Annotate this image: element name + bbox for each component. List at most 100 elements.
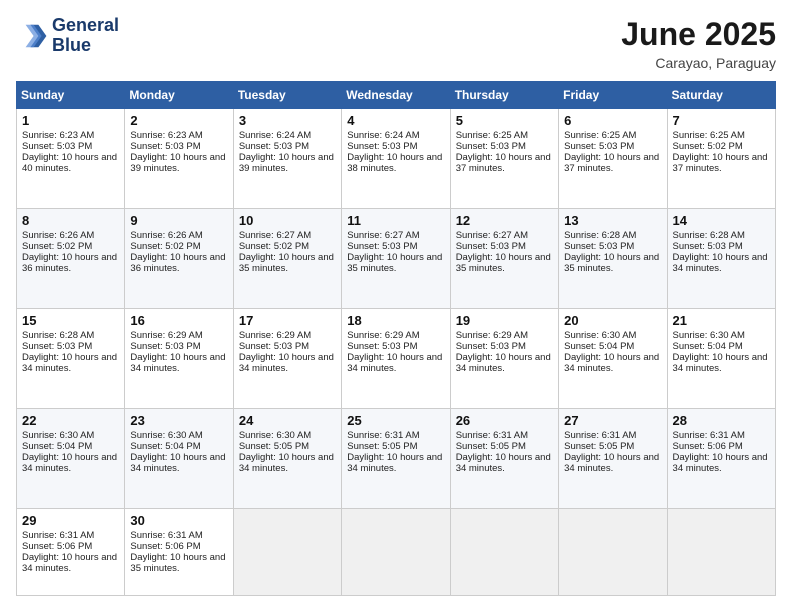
col-saturday: Saturday (667, 82, 775, 109)
sunrise-text: Sunrise: 6:25 AM (456, 130, 528, 141)
sunset-text: Sunset: 5:03 PM (239, 341, 309, 352)
sunrise-text: Sunrise: 6:27 AM (239, 230, 311, 241)
day-number: 19 (456, 313, 553, 328)
col-tuesday: Tuesday (233, 82, 341, 109)
sunset-text: Sunset: 5:02 PM (22, 241, 92, 252)
day-number: 26 (456, 413, 553, 428)
sunrise-text: Sunrise: 6:31 AM (347, 430, 419, 441)
daylight-text: Daylight: 10 hours and 34 minutes. (673, 352, 768, 374)
col-thursday: Thursday (450, 82, 558, 109)
calendar-cell: 21 Sunrise: 6:30 AMSunset: 5:04 PMDayligh… (667, 308, 775, 408)
calendar-cell: 20Sunrise: 6:30 AMSunset: 5:04 PMDayligh… (559, 308, 667, 408)
days-header-row: Sunday Monday Tuesday Wednesday Thursday… (17, 82, 776, 109)
sunset-text: Sunset: 5:03 PM (347, 241, 417, 252)
day-number: 8 (22, 213, 119, 228)
sunrise-text: Sunrise: 6:29 AM (456, 330, 528, 341)
day-number: 14 (673, 213, 770, 228)
daylight-text: Daylight: 10 hours and 35 minutes. (130, 552, 225, 574)
calendar-cell: 12Sunrise: 6:27 AMSunset: 5:03 PMDayligh… (450, 208, 558, 308)
sunset-text: Sunset: 5:06 PM (22, 541, 92, 552)
sunrise-text: Sunrise: 6:29 AM (239, 330, 311, 341)
daylight-text: Daylight: 10 hours and 37 minutes. (564, 152, 659, 174)
daylight-text: Daylight: 10 hours and 39 minutes. (130, 152, 225, 174)
sunrise-text: Sunrise: 6:26 AM (130, 230, 202, 241)
sunrise-text: Sunrise: 6:30 AM (564, 330, 636, 341)
day-number: 4 (347, 113, 444, 128)
daylight-text: Daylight: 10 hours and 34 minutes. (347, 452, 442, 474)
month-title: June 2025 (621, 16, 776, 53)
logo-line2: Blue (52, 36, 119, 56)
sunset-text: Sunset: 5:02 PM (130, 241, 200, 252)
header: General Blue June 2025 Carayao, Paraguay (16, 16, 776, 71)
daylight-text: Daylight: 10 hours and 34 minutes. (22, 352, 117, 374)
daylight-text: Daylight: 10 hours and 37 minutes. (456, 152, 551, 174)
sunrise-text: Sunrise: 6:30 AM (22, 430, 94, 441)
daylight-text: Daylight: 10 hours and 34 minutes. (130, 452, 225, 474)
daylight-text: Daylight: 10 hours and 34 minutes. (673, 452, 768, 474)
sunrise-text: Sunrise: 6:24 AM (347, 130, 419, 141)
sunset-text: Sunset: 5:05 PM (239, 441, 309, 452)
calendar-cell: 9Sunrise: 6:26 AMSunset: 5:02 PMDaylight… (125, 208, 233, 308)
sunset-text: Sunset: 5:05 PM (347, 441, 417, 452)
day-number: 25 (347, 413, 444, 428)
sunset-text: Sunset: 5:03 PM (22, 141, 92, 152)
sunrise-text: Sunrise: 6:31 AM (130, 530, 202, 541)
sunset-text: Sunset: 5:05 PM (456, 441, 526, 452)
calendar-cell: 29Sunrise: 6:31 AMSunset: 5:06 PMDayligh… (17, 508, 125, 595)
daylight-text: Daylight: 10 hours and 34 minutes. (456, 352, 551, 374)
calendar-cell: 8Sunrise: 6:26 AMSunset: 5:02 PMDaylight… (17, 208, 125, 308)
daylight-text: Daylight: 10 hours and 34 minutes. (22, 452, 117, 474)
calendar-cell: 11Sunrise: 6:27 AMSunset: 5:03 PMDayligh… (342, 208, 450, 308)
day-number: 27 (564, 413, 661, 428)
calendar-body: 1Sunrise: 6:23 AMSunset: 5:03 PMDaylight… (17, 109, 776, 596)
sunset-text: Sunset: 5:04 PM (673, 341, 743, 352)
sunset-text: Sunset: 5:02 PM (239, 241, 309, 252)
title-area: June 2025 Carayao, Paraguay (621, 16, 776, 71)
calendar-cell: 5Sunrise: 6:25 AMSunset: 5:03 PMDaylight… (450, 109, 558, 209)
sunrise-text: Sunrise: 6:27 AM (456, 230, 528, 241)
sunrise-text: Sunrise: 6:23 AM (130, 130, 202, 141)
sunrise-text: Sunrise: 6:25 AM (673, 130, 745, 141)
calendar-cell: 14Sunrise: 6:28 AMSunset: 5:03 PMDayligh… (667, 208, 775, 308)
daylight-text: Daylight: 10 hours and 34 minutes. (564, 352, 659, 374)
daylight-text: Daylight: 10 hours and 34 minutes. (130, 352, 225, 374)
sunset-text: Sunset: 5:03 PM (673, 241, 743, 252)
sunset-text: Sunset: 5:06 PM (673, 441, 743, 452)
day-number: 9 (130, 213, 227, 228)
page: General Blue June 2025 Carayao, Paraguay… (0, 0, 792, 612)
sunset-text: Sunset: 5:03 PM (22, 341, 92, 352)
sunrise-text: Sunrise: 6:30 AM (239, 430, 311, 441)
calendar-cell: 22 Sunrise: 6:30 AMSunset: 5:04 PMDayligh… (17, 408, 125, 508)
sunrise-text: Sunrise: 6:28 AM (673, 230, 745, 241)
sunset-text: Sunset: 5:03 PM (239, 141, 309, 152)
sunset-text: Sunset: 5:03 PM (347, 341, 417, 352)
daylight-text: Daylight: 10 hours and 34 minutes. (239, 352, 334, 374)
calendar-cell: 3Sunrise: 6:24 AMSunset: 5:03 PMDaylight… (233, 109, 341, 209)
sunset-text: Sunset: 5:04 PM (22, 441, 92, 452)
sunrise-text: Sunrise: 6:29 AM (347, 330, 419, 341)
calendar-cell (559, 508, 667, 595)
sunset-text: Sunset: 5:03 PM (456, 341, 526, 352)
sunrise-text: Sunrise: 6:30 AM (673, 330, 745, 341)
daylight-text: Daylight: 10 hours and 39 minutes. (239, 152, 334, 174)
sunrise-text: Sunrise: 6:31 AM (564, 430, 636, 441)
sunrise-text: Sunrise: 6:23 AM (22, 130, 94, 141)
calendar-cell: 13Sunrise: 6:28 AMSunset: 5:03 PMDayligh… (559, 208, 667, 308)
sunrise-text: Sunrise: 6:24 AM (239, 130, 311, 141)
sunrise-text: Sunrise: 6:30 AM (130, 430, 202, 441)
day-number: 15 (22, 313, 119, 328)
daylight-text: Daylight: 10 hours and 35 minutes. (456, 252, 551, 274)
day-number: 22 (22, 413, 119, 428)
sunrise-text: Sunrise: 6:27 AM (347, 230, 419, 241)
location-subtitle: Carayao, Paraguay (621, 55, 776, 71)
calendar-cell: 16Sunrise: 6:29 AMSunset: 5:03 PMDayligh… (125, 308, 233, 408)
calendar-cell: 27Sunrise: 6:31 AMSunset: 5:05 PMDayligh… (559, 408, 667, 508)
day-number: 6 (564, 113, 661, 128)
calendar-cell: 28Sunrise: 6:31 AMSunset: 5:06 PMDayligh… (667, 408, 775, 508)
calendar-cell: 6Sunrise: 6:25 AMSunset: 5:03 PMDaylight… (559, 109, 667, 209)
day-number: 21 (673, 313, 770, 328)
day-number: 18 (347, 313, 444, 328)
calendar-cell: 30Sunrise: 6:31 AMSunset: 5:06 PMDayligh… (125, 508, 233, 595)
sunrise-text: Sunrise: 6:28 AM (22, 330, 94, 341)
calendar-cell: 2Sunrise: 6:23 AMSunset: 5:03 PMDaylight… (125, 109, 233, 209)
